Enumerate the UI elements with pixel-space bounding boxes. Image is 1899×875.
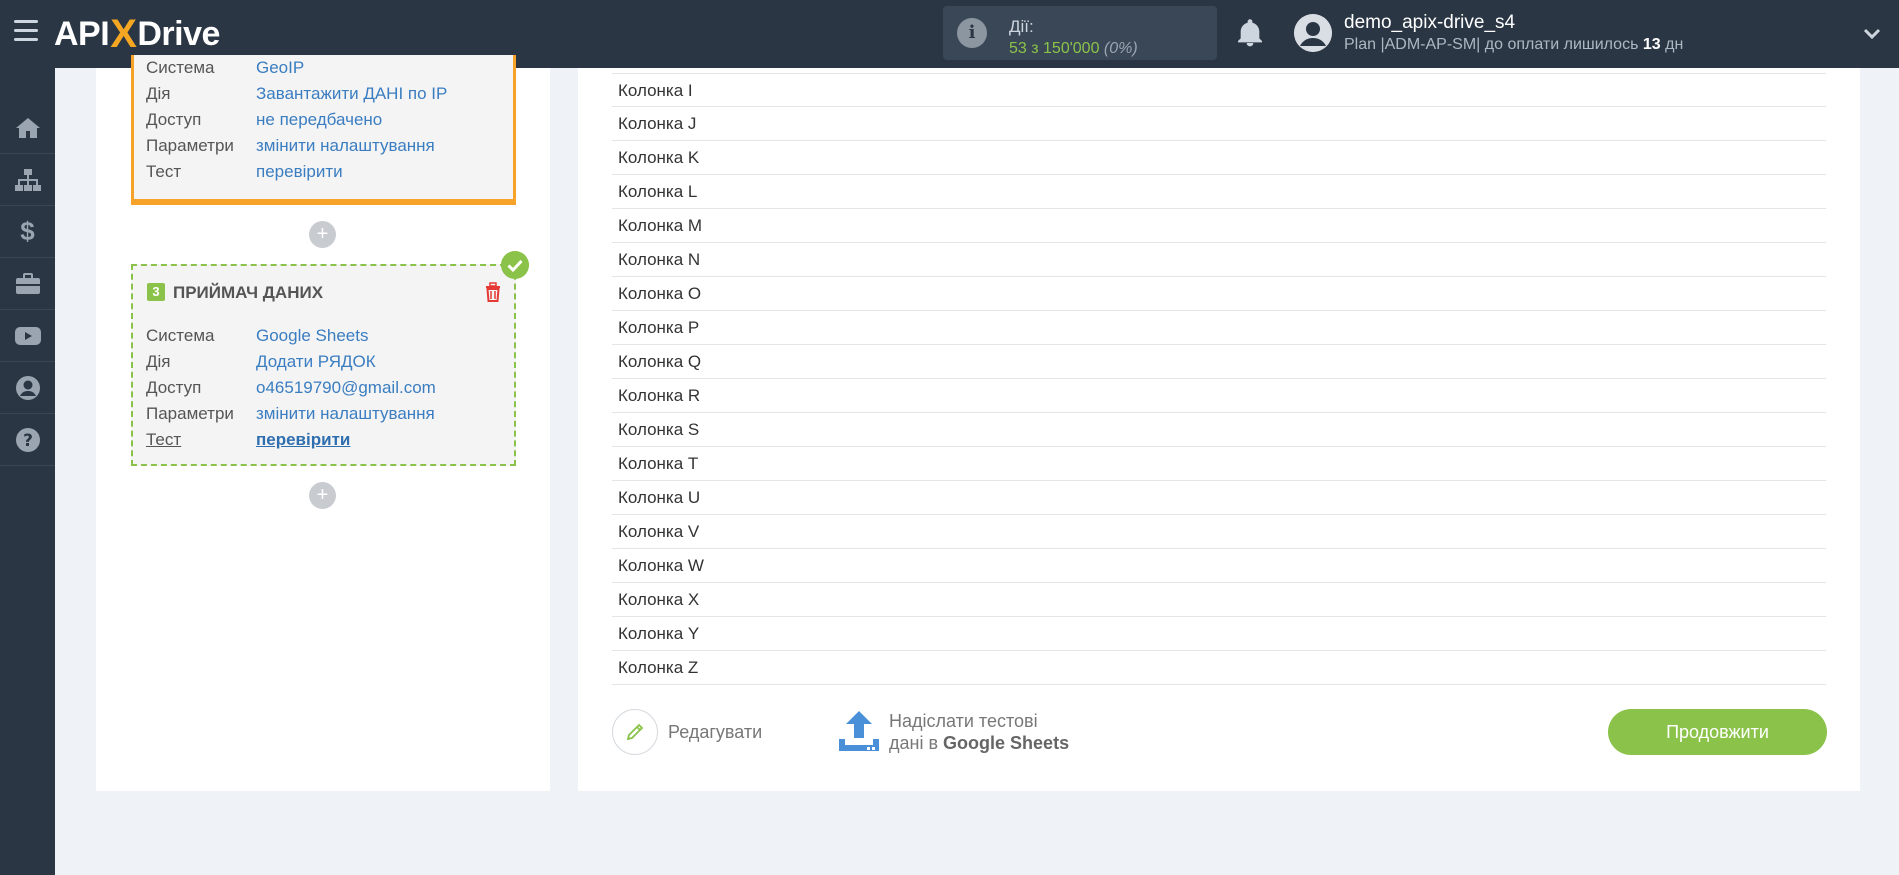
sidebar-item-connections[interactable] [0,154,55,206]
check-circle-icon [501,251,529,279]
sitemap-icon [14,168,41,191]
help-icon: ? [15,427,40,452]
list-item[interactable]: Колонка Y [612,617,1826,651]
user-name[interactable]: demo_apix-drive_s4 [1344,12,1515,34]
briefcase-icon [15,272,40,294]
list-item[interactable]: Колонка W [612,549,1826,583]
list-item[interactable]: Колонка Z [612,651,1826,685]
chevron-down-icon[interactable] [1862,24,1882,44]
sidebar-item-help[interactable]: ? [0,414,55,466]
list-item[interactable]: Колонка N [612,243,1826,277]
youtube-icon [14,326,41,345]
actions-counter: i Дії: 53 з 150'000 (0%) [943,6,1217,60]
actions-label: Дії: [1009,17,1034,36]
sidebar-item-video[interactable] [0,310,55,362]
list-item[interactable]: Колонка S [612,413,1826,447]
list-item[interactable]: Колонка I [612,73,1826,107]
send-test-data-label: Надіслати тестові дані в Google Sheets [889,711,1070,753]
list-item[interactable]: Колонка P [612,311,1826,345]
trash-icon[interactable] [484,282,502,302]
columns-list: Колонка I Колонка J Колонка K Колонка L … [612,73,1826,685]
user-plan: Plan |ADM-AP-SM| до оплати лишилось 13 д… [1344,36,1684,53]
sidebar-item-account[interactable] [0,362,55,414]
send-test-data-button[interactable]: Надіслати тестові дані в Google Sheets [837,709,1069,755]
list-item[interactable]: Колонка T [612,447,1826,481]
sidebar-item-billing[interactable]: $ [0,206,55,258]
continue-button[interactable]: Продовжити [1608,709,1827,755]
list-item[interactable]: Колонка U [612,481,1826,515]
list-item[interactable]: Колонка Q [612,345,1826,379]
add-step-button-bottom[interactable]: + [309,482,336,509]
home-icon [15,117,40,138]
pencil-icon [612,709,658,755]
list-item[interactable]: Колонка J [612,107,1826,141]
list-item[interactable]: Колонка M [612,209,1826,243]
user-circle-icon [15,375,40,400]
edit-button[interactable]: Редагувати [612,709,762,755]
hamburger-menu-icon[interactable] [14,20,38,42]
receiver-block-title: ПРИЙМАЧ ДАНИХ [173,283,324,302]
list-item[interactable]: Колонка X [612,583,1826,617]
list-item[interactable]: Колонка V [612,515,1826,549]
actions-value: 53 з 150'000 (0%) [1009,40,1138,57]
edit-button-label: Редагувати [668,721,763,742]
avatar[interactable] [1294,14,1332,52]
add-step-button[interactable]: + [309,221,336,248]
dollar-icon: $ [20,216,35,246]
info-icon: i [957,18,987,48]
sidebar-item-projects[interactable] [0,258,55,310]
list-item[interactable]: Колонка K [612,141,1826,175]
step-number-badge: 3 [147,283,165,301]
apix-drive-logo[interactable]: API X Drive [54,10,220,58]
list-item[interactable]: Колонка L [612,175,1826,209]
bell-icon[interactable] [1234,16,1266,50]
list-item[interactable]: Колонка R [612,379,1826,413]
sidebar-item-home[interactable] [0,102,55,154]
upload-icon [839,711,879,751]
receiver-block[interactable]: 3 ПРИЙМАЧ ДАНИХ Система Google Sheets Дія… [131,264,516,466]
svg-text:?: ? [23,431,33,451]
sidebar: $ ? [0,68,55,875]
field-mapping-panel: Колонка I Колонка J Колонка K Колонка L … [578,68,1860,791]
list-item[interactable]: Колонка O [612,277,1826,311]
source-block[interactable]: Система GeoIP Дія Завантажити ДАНІ по IP Д… [131,55,516,205]
user-avatar-icon [1294,14,1332,52]
